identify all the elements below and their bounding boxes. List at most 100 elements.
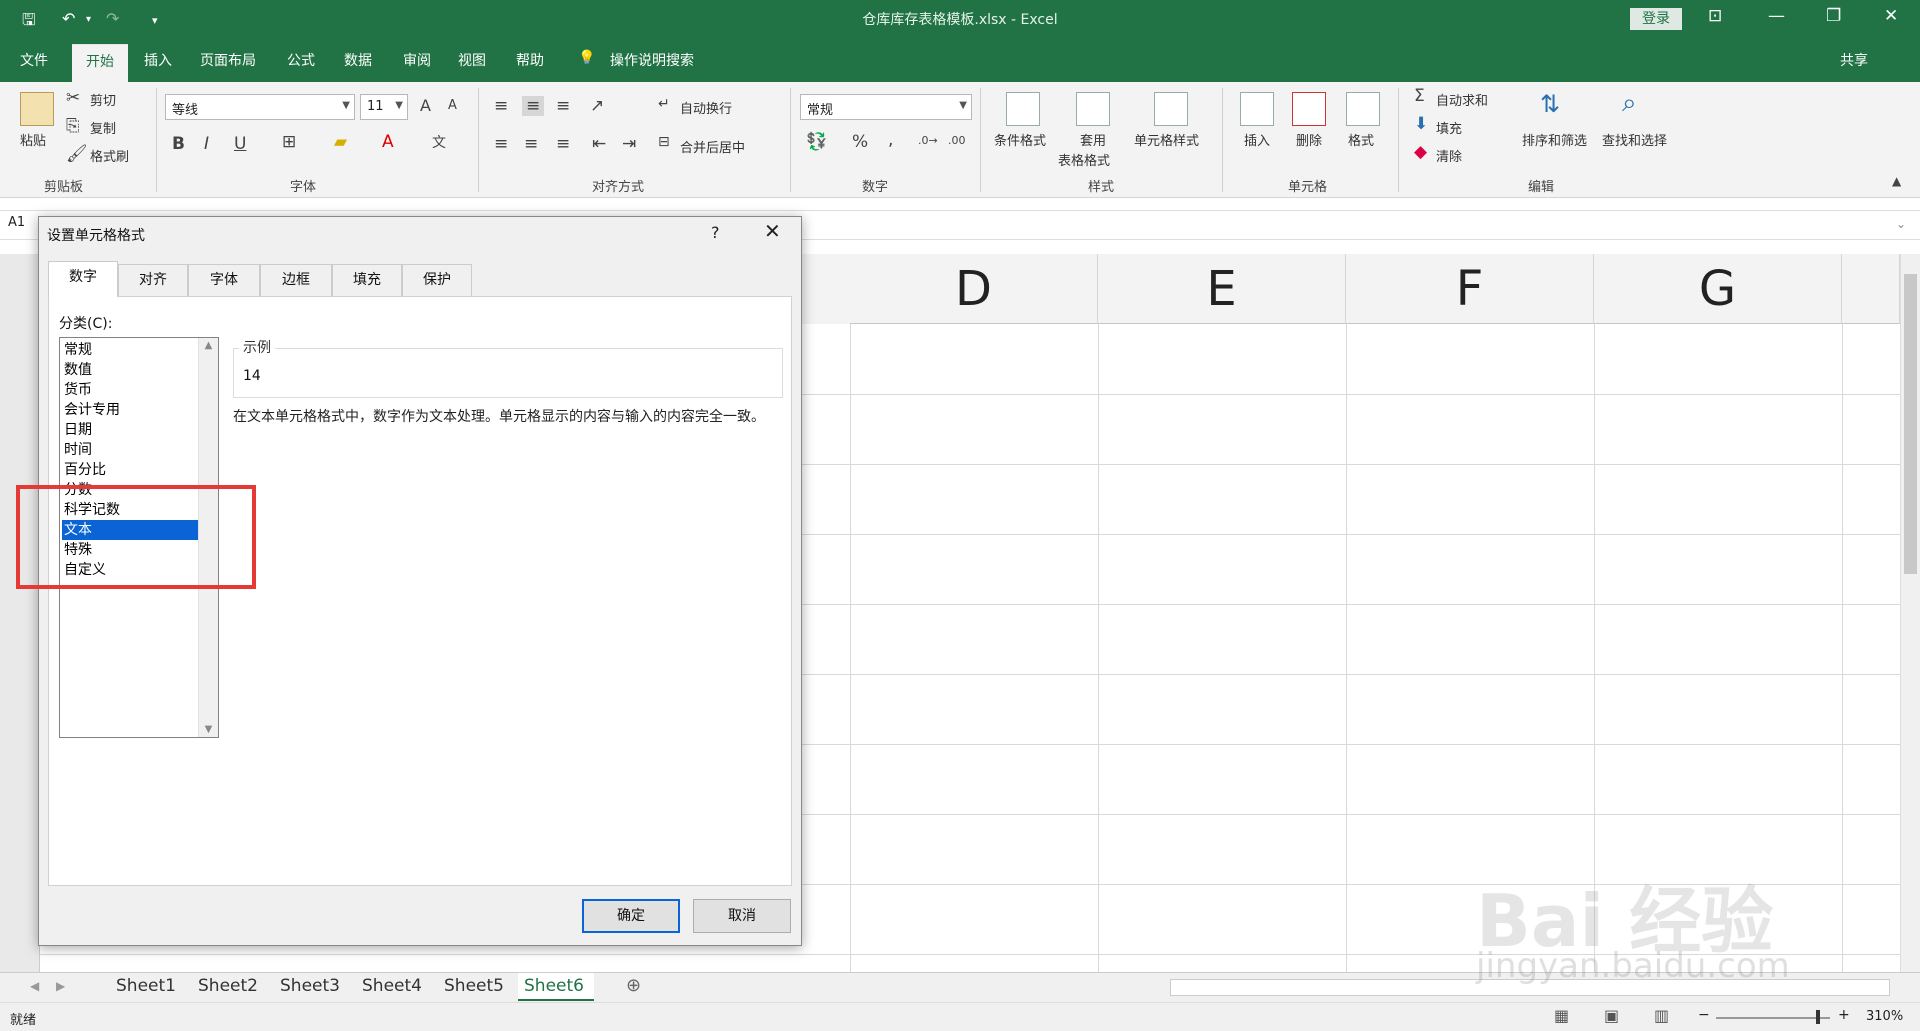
- currency-icon[interactable]: 💱: [806, 132, 827, 152]
- tell-me-search[interactable]: 操作说明搜索: [610, 50, 694, 70]
- find-select-icon[interactable]: ⌕: [1622, 88, 1637, 119]
- autosum-icon[interactable]: Σ: [1414, 86, 1425, 106]
- decrease-indent-icon[interactable]: ⇤: [592, 134, 606, 154]
- expand-formula-icon[interactable]: ⌄: [1896, 217, 1906, 231]
- delete-cells-icon[interactable]: [1292, 92, 1326, 126]
- cell-styles-icon[interactable]: [1154, 92, 1188, 126]
- tab-help[interactable]: 帮助: [516, 50, 544, 70]
- font-name-combo[interactable]: 等线 ▼: [165, 94, 355, 120]
- prev-sheet-icon[interactable]: ◀: [30, 979, 39, 993]
- sort-filter-icon[interactable]: ⇅: [1540, 90, 1560, 118]
- column-header-g[interactable]: G: [1594, 254, 1842, 324]
- format-cells-icon[interactable]: [1346, 92, 1380, 126]
- clear-icon[interactable]: ◆: [1414, 142, 1427, 162]
- sheet-tab[interactable]: Sheet1: [110, 973, 182, 1001]
- wrap-text-button[interactable]: 自动换行: [680, 98, 732, 117]
- increase-decimal-icon[interactable]: .0→: [918, 134, 938, 147]
- dialog-tab-fill[interactable]: 填充: [332, 264, 402, 296]
- cancel-button[interactable]: 取消: [693, 899, 791, 933]
- dialog-tab-font[interactable]: 字体: [188, 264, 260, 296]
- copy-icon[interactable]: ⎘: [66, 116, 80, 136]
- category-item[interactable]: 会计专用: [62, 400, 199, 420]
- zoom-level[interactable]: 310%: [1866, 1009, 1903, 1024]
- decrease-decimal-icon[interactable]: .00: [948, 134, 966, 147]
- minimize-icon[interactable]: —: [1768, 6, 1785, 26]
- cut-button[interactable]: 剪切: [90, 90, 116, 109]
- scroll-up-icon[interactable]: ▲: [199, 340, 218, 351]
- tab-review[interactable]: 审阅: [403, 50, 431, 70]
- zoom-slider-thumb[interactable]: [1816, 1010, 1820, 1024]
- restore-icon[interactable]: ❐: [1826, 6, 1841, 26]
- sheet-tab-active[interactable]: Sheet6: [518, 973, 594, 1001]
- copy-button[interactable]: 复制: [90, 118, 116, 137]
- format-as-table-icon[interactable]: [1076, 92, 1110, 126]
- page-break-view-icon[interactable]: ▥: [1654, 1006, 1669, 1025]
- close-icon[interactable]: ✕: [764, 219, 781, 243]
- italic-button[interactable]: I: [204, 134, 209, 154]
- login-button[interactable]: 登录: [1630, 8, 1682, 30]
- dialog-tab-number[interactable]: 数字: [48, 261, 118, 297]
- align-bottom-icon[interactable]: ≡: [556, 96, 570, 116]
- column-header-d[interactable]: D: [850, 254, 1098, 324]
- align-left-icon[interactable]: ≡: [494, 134, 508, 154]
- category-item[interactable]: 常规: [62, 340, 199, 360]
- scroll-down-icon[interactable]: ▼: [199, 724, 218, 735]
- wrap-text-icon[interactable]: ↵: [658, 96, 670, 112]
- next-sheet-icon[interactable]: ▶: [56, 979, 65, 993]
- collapse-ribbon-icon[interactable]: ▲: [1892, 174, 1901, 188]
- merge-center-button[interactable]: 合并后居中: [680, 137, 745, 156]
- insert-cells-icon[interactable]: [1240, 92, 1274, 126]
- sheet-tab[interactable]: Sheet2: [192, 973, 264, 1001]
- tab-insert[interactable]: 插入: [144, 50, 172, 70]
- dialog-tab-border[interactable]: 边框: [260, 264, 332, 296]
- conditional-format-icon[interactable]: [1006, 92, 1040, 126]
- align-right-icon[interactable]: ≡: [556, 134, 570, 154]
- fill-color-icon[interactable]: ▰: [334, 132, 347, 152]
- sort-filter-button[interactable]: 排序和筛选: [1522, 130, 1587, 149]
- tab-home[interactable]: 开始: [72, 44, 128, 82]
- fill-button[interactable]: 填充: [1436, 118, 1462, 137]
- borders-icon[interactable]: ⊞: [282, 132, 296, 152]
- phonetic-icon[interactable]: 文: [432, 132, 446, 152]
- delete-cells-button[interactable]: 删除: [1296, 130, 1322, 149]
- insert-cells-button[interactable]: 插入: [1244, 130, 1270, 149]
- category-item[interactable]: 日期: [62, 420, 199, 440]
- tab-formulas[interactable]: 公式: [287, 50, 315, 70]
- zoom-slider[interactable]: [1716, 1017, 1830, 1019]
- find-select-button[interactable]: 查找和选择: [1602, 130, 1667, 149]
- column-header-h[interactable]: [1842, 254, 1900, 324]
- vertical-scrollbar[interactable]: [1900, 254, 1920, 974]
- format-cells-button[interactable]: 格式: [1348, 130, 1374, 149]
- category-item[interactable]: 百分比: [62, 460, 199, 480]
- column-header-f[interactable]: F: [1346, 254, 1594, 324]
- format-as-table-line1[interactable]: 套用: [1080, 130, 1106, 149]
- merge-center-icon[interactable]: ⊟: [658, 134, 670, 150]
- format-as-table-line2[interactable]: 表格格式: [1058, 150, 1110, 169]
- normal-view-icon[interactable]: ▦: [1554, 1006, 1569, 1025]
- category-item[interactable]: 数值: [62, 360, 199, 380]
- tab-data[interactable]: 数据: [344, 50, 372, 70]
- column-header-e[interactable]: E: [1098, 254, 1346, 324]
- number-format-combo[interactable]: 常规 ▼: [800, 94, 972, 120]
- vertical-scroll-thumb[interactable]: [1904, 274, 1917, 574]
- ok-button[interactable]: 确定: [582, 899, 680, 933]
- comma-button[interactable]: ,: [888, 130, 893, 150]
- new-sheet-icon[interactable]: ⊕: [626, 975, 641, 996]
- page-layout-view-icon[interactable]: ▣: [1604, 1006, 1619, 1025]
- align-middle-icon[interactable]: ≡: [522, 96, 545, 116]
- category-item[interactable]: 时间: [62, 440, 199, 460]
- sheet-tab[interactable]: Sheet5: [438, 973, 510, 1001]
- paste-icon[interactable]: [20, 92, 54, 126]
- autosum-button[interactable]: 自动求和: [1436, 90, 1488, 109]
- font-color-icon[interactable]: A: [382, 132, 394, 152]
- orientation-icon[interactable]: ↗: [590, 96, 604, 116]
- tab-page-layout[interactable]: 页面布局: [200, 50, 256, 70]
- bold-button[interactable]: B: [172, 134, 185, 154]
- grow-font-icon[interactable]: A: [420, 96, 431, 115]
- zoom-in-button[interactable]: +: [1838, 1007, 1850, 1023]
- format-painter-icon[interactable]: 🖌: [66, 144, 88, 164]
- name-box[interactable]: A1: [8, 215, 25, 230]
- format-painter-button[interactable]: 格式刷: [90, 146, 129, 165]
- close-window-icon[interactable]: ✕: [1884, 6, 1898, 26]
- ribbon-display-icon[interactable]: ⊡: [1708, 6, 1722, 26]
